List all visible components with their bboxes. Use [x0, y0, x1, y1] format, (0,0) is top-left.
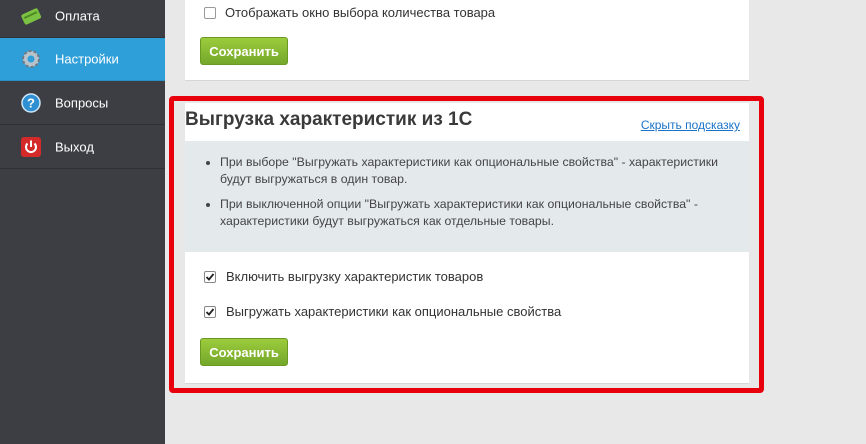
power-icon	[20, 136, 42, 158]
hint-item: При выключенной опции "Выгружать характе…	[220, 196, 725, 230]
hint-box: При выборе "Выгружать характеристики как…	[185, 141, 749, 252]
sidebar-item-questions[interactable]: ? Вопросы	[0, 82, 165, 125]
enable-export-label: Включить выгрузку характеристик товаров	[226, 269, 484, 284]
settings-gear-icon	[20, 48, 42, 70]
quantity-window-option[interactable]: Отображать окно выбора количества товара	[204, 5, 495, 20]
optional-properties-checkbox[interactable]	[204, 305, 216, 318]
save-button[interactable]: Сохранить	[200, 338, 288, 366]
content-gutter	[165, 0, 185, 444]
quantity-window-label: Отображать окно выбора количества товара	[225, 5, 496, 20]
section-title: Выгрузка характеристик из 1С	[185, 109, 473, 130]
question-icon: ?	[20, 92, 42, 114]
payment-icon	[20, 5, 42, 27]
optional-properties-label: Выгружать характеристики как опциональны…	[226, 304, 562, 319]
sidebar: Оплата Настройки ? Вопросы Выход	[0, 0, 165, 444]
optional-properties-option[interactable]: Выгружать характеристики как опциональны…	[204, 304, 561, 319]
sidebar-item-settings[interactable]: Настройки	[0, 38, 165, 81]
enable-export-checkbox[interactable]	[204, 270, 216, 283]
checkmark-icon	[205, 272, 215, 281]
checkmark-icon	[205, 307, 215, 316]
sidebar-item-label: Оплата	[55, 8, 100, 24]
sidebar-item-label: Вопросы	[55, 95, 109, 111]
hint-item: При выборе "Выгружать характеристики как…	[220, 154, 725, 188]
sidebar-item-exit[interactable]: Выход	[0, 126, 165, 169]
enable-export-option[interactable]: Включить выгрузку характеристик товаров	[204, 269, 483, 284]
sidebar-item-label: Настройки	[55, 51, 119, 67]
svg-text:?: ?	[27, 96, 35, 111]
sidebar-item-payment[interactable]: Оплата	[0, 0, 165, 38]
hide-hint-link[interactable]: Скрыть подсказку	[641, 118, 740, 132]
sidebar-item-label: Выход	[55, 139, 94, 155]
quantity-window-checkbox[interactable]	[204, 6, 216, 19]
save-button-top[interactable]: Сохранить	[200, 37, 288, 65]
export-characteristics-card: Выгрузка характеристик из 1С Скрыть подс…	[185, 103, 749, 384]
quantity-settings-card: Отображать окно выбора количества товара…	[185, 0, 749, 81]
